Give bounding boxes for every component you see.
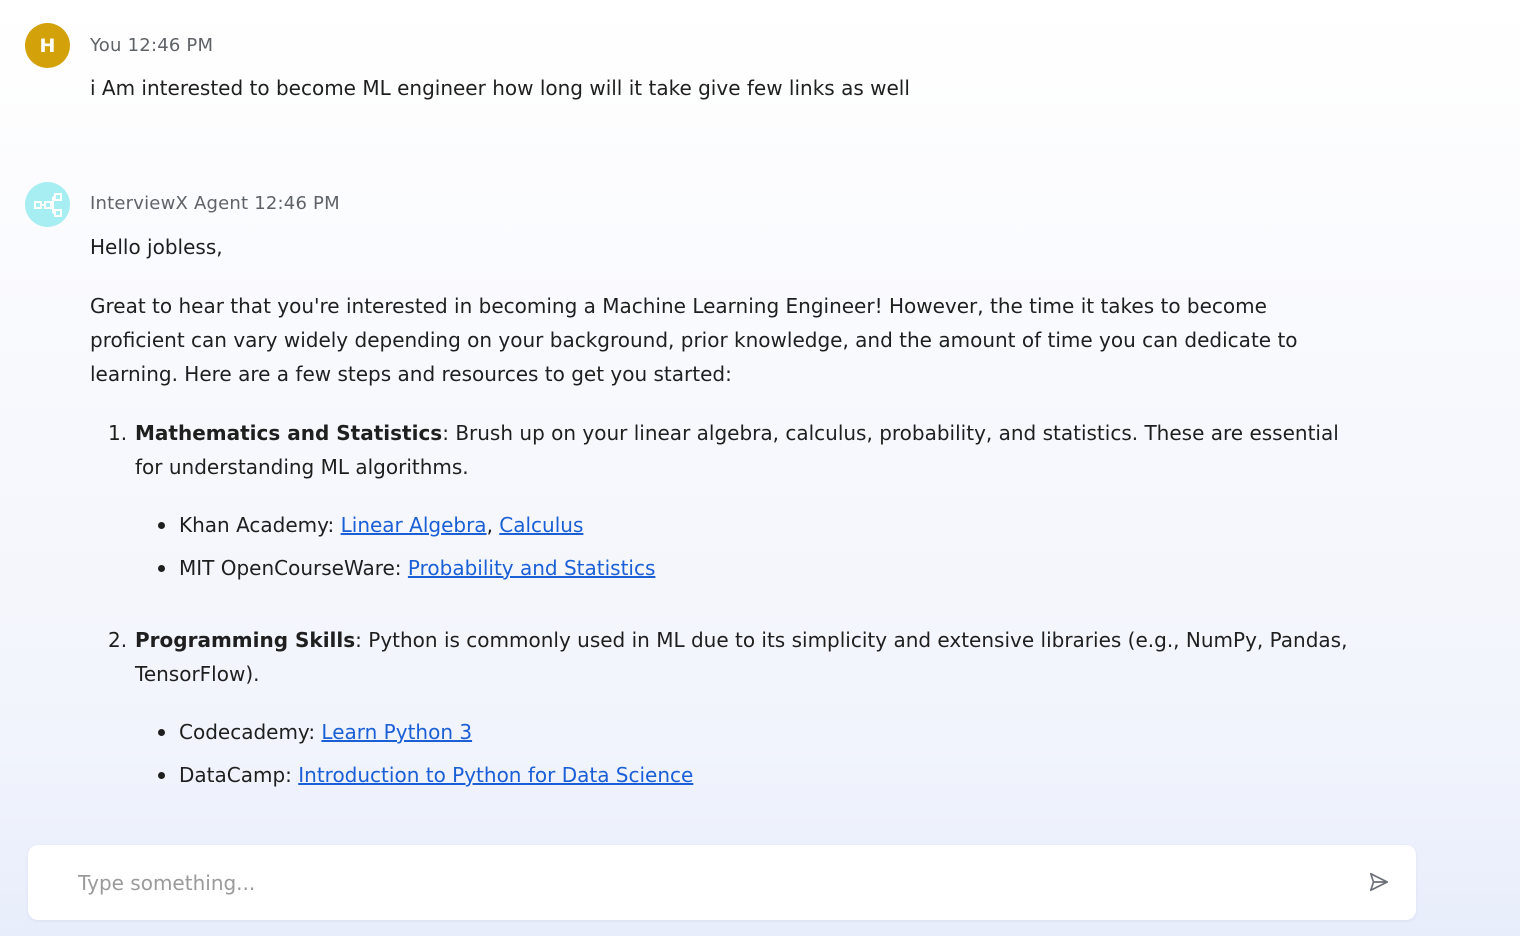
bullet	[158, 772, 165, 779]
step-number: 1.	[108, 421, 128, 445]
resource-link[interactable]: Probability and Statistics	[408, 556, 656, 580]
step-title: Mathematics and Statistics	[135, 421, 443, 445]
step-number: 2.	[108, 628, 128, 652]
resource-link[interactable]: Calculus	[499, 513, 583, 537]
step-item: 1. Mathematics and Statistics: Brush up …	[90, 416, 1355, 585]
resource-item: DataCamp: Introduction to Python for Dat…	[135, 758, 1355, 792]
resource-link[interactable]: Introduction to Python for Data Science	[298, 763, 693, 787]
message-input[interactable]	[78, 863, 1328, 903]
sender-name: InterviewX Agent	[90, 193, 249, 214]
message-meta: You 12:46 PM	[90, 35, 219, 56]
resource-separator: ,	[486, 513, 500, 537]
greeting: Hello jobless,	[90, 235, 223, 259]
sender-name: You	[90, 35, 122, 56]
user-avatar: H	[25, 23, 70, 68]
resource-item: MIT OpenCourseWare: Probability and Stat…	[135, 551, 1355, 585]
bullet	[158, 522, 165, 529]
agent-avatar	[25, 182, 70, 227]
steps-list: 1. Mathematics and Statistics: Brush up …	[90, 416, 1355, 792]
resource-source: MIT OpenCourseWare:	[179, 556, 408, 580]
send-button[interactable]	[1364, 867, 1394, 897]
send-icon	[1369, 872, 1389, 892]
resource-item: Khan Academy: Linear Algebra, Calculus	[135, 508, 1355, 542]
chat-thread: H You 12:46 PM i Am interested to become …	[0, 0, 1520, 830]
resource-list: Khan Academy: Linear Algebra, Calculus M…	[135, 508, 1355, 585]
resource-list: Codecademy: Learn Python 3 DataCamp: Int…	[135, 715, 1355, 792]
agent-response: Hello jobless, Great to hear that you're…	[90, 230, 1355, 817]
intro-paragraph: Great to hear that you're interested in …	[90, 294, 1298, 386]
resource-item: Codecademy: Learn Python 3	[135, 715, 1355, 749]
resource-source: DataCamp:	[179, 763, 299, 787]
message-meta: InterviewX Agent 12:46 PM	[90, 193, 346, 214]
message-time: 12:46 PM	[127, 35, 214, 56]
message-composer	[28, 845, 1416, 920]
message-text: i Am interested to become ML engineer ho…	[90, 76, 910, 100]
bullet	[158, 565, 165, 572]
step-item: 2. Programming Skills: Python is commonl…	[90, 623, 1355, 792]
bullet	[158, 729, 165, 736]
resource-link[interactable]: Learn Python 3	[321, 720, 472, 744]
message-time: 12:46 PM	[254, 193, 340, 214]
step-title: Programming Skills	[135, 628, 356, 652]
resource-source: Khan Academy:	[179, 513, 341, 537]
resource-link[interactable]: Linear Algebra	[341, 513, 487, 537]
resource-source: Codecademy:	[179, 720, 322, 744]
flowchart-icon	[33, 192, 62, 217]
avatar-letter: H	[39, 34, 56, 57]
